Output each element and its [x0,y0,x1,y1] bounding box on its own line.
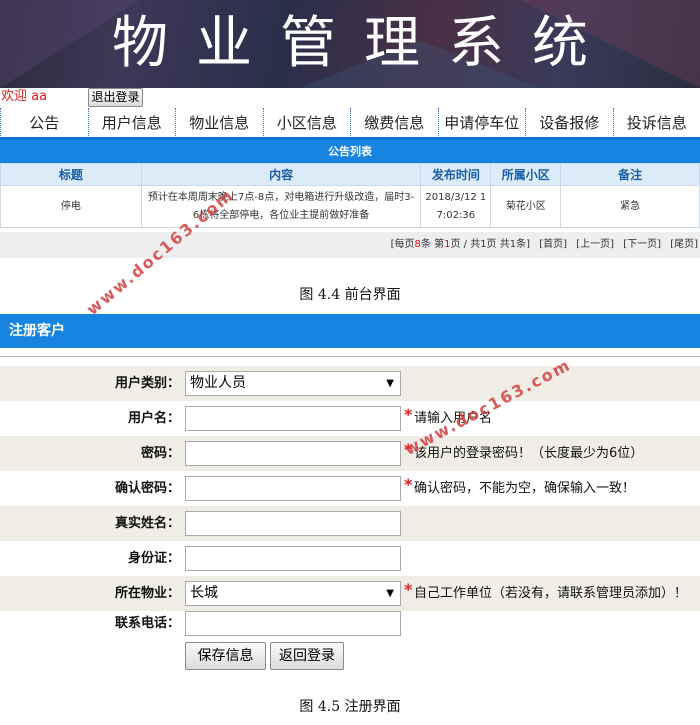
form-row-password: 密码： * 该用户的登录密码！（长度最少为6位） [0,436,700,471]
table-row[interactable]: 停电 预计在本周周末晚上7点-8点，对电箱进行升级改造，届时3-6栋将全部停电，… [0,185,700,228]
notice-time-cell: 2018/3/12 17:02:36 [420,185,492,228]
form-row-user-type: 用户类别： 物业人员 ▼ [0,366,700,401]
id-card-label: 身份证： [127,551,180,566]
table-header-row: 标题 内容 发布时间 所属小区 备注 [0,163,700,186]
nav-item-complaint[interactable]: 投诉信息 [612,108,700,138]
nav-item-repair[interactable]: 设备报修 [525,108,613,138]
form-row-confirm-password: 确认密码： * 确认密码，不能为空，确保输入一致！ [0,471,700,506]
notice-community-cell: 菊花小区 [490,185,562,228]
confirm-password-input[interactable] [185,476,401,501]
nav-item-community-info[interactable]: 小区信息 [262,108,351,138]
id-card-input[interactable] [185,546,401,571]
password-label: 密码： [140,446,180,461]
required-asterisk: * [404,475,413,494]
back-to-login-button[interactable]: 返回登录 [270,642,344,670]
header-banner: 物业管理系统 [0,0,700,88]
pager-last-link[interactable]: [尾页] [670,239,698,250]
pagination: [每页8条 第1页 / 共1页 共1条] [首页] [上一页] [下一页] [尾… [0,232,700,258]
user-type-value: 物业人员 [190,375,246,391]
nav-item-user-info[interactable]: 用户信息 [87,108,176,138]
property-select[interactable]: 长城 ▼ [185,581,401,606]
form-row-id-card: 身份证： [0,541,700,576]
user-type-label: 用户类别： [114,376,180,391]
pager-prev-link[interactable]: [上一页] [576,239,614,250]
pager-text: 页 / 共1页 共1条] [450,239,530,250]
confirm-password-label: 确认密码： [114,481,180,496]
app-title: 物业管理系统 [112,11,616,76]
nav-item-parking-apply[interactable]: 申请停车位 [437,108,526,138]
pager-first-link[interactable]: [首页] [539,239,567,250]
user-type-select[interactable]: 物业人员 ▼ [185,371,401,396]
column-header: 标题 [0,163,142,186]
real-name-label: 真实姓名： [114,516,180,531]
nav-item-notice[interactable]: 公告 [0,108,88,138]
welcome-text: 欢迎 aa [1,89,48,104]
chevron-down-icon: ▼ [386,378,394,389]
notice-remark-cell: 紧急 [560,185,700,228]
chevron-down-icon: ▼ [386,588,394,599]
form-row-username: 用户名： * 请输入用户名 [0,401,700,436]
main-nav: 公告 用户信息 物业信息 小区信息 缴费信息 申请停车位 设备报修 投诉信息 [0,108,700,138]
notice-title-cell: 停电 [0,185,142,228]
notice-table: 标题 内容 发布时间 所属小区 备注 停电 预计在本周周末晚上7点-8点，对电箱… [0,163,700,228]
save-button[interactable]: 保存信息 [185,642,266,670]
notice-list-title: 公告列表 [0,140,700,163]
pager-next-link[interactable]: [下一页] [623,239,661,250]
password-hint: 该用户的登录密码！（长度最少为6位） [414,446,644,461]
required-asterisk: * [404,405,413,424]
username-input[interactable] [185,406,401,431]
column-header: 所属小区 [490,163,562,186]
phone-input[interactable] [185,611,401,636]
password-input[interactable] [185,441,401,466]
column-header: 备注 [560,163,700,186]
divider [0,356,700,357]
required-asterisk: * [404,580,413,599]
real-name-input[interactable] [185,511,401,536]
nav-item-payment-info[interactable]: 缴费信息 [350,108,438,138]
nav-item-property-info[interactable]: 物业信息 [175,108,263,138]
register-title: 注册客户 [0,314,700,348]
pager-text: 条 第 [420,239,445,250]
column-header: 内容 [140,163,422,186]
confirm-password-hint: 确认密码，不能为空，确保输入一致！ [414,481,636,496]
phone-label: 联系电话： [114,616,180,631]
property-value: 长城 [190,585,218,601]
figure-caption: 图 4.5 注册界面 [299,699,401,715]
logout-button[interactable]: 退出登录 [88,88,143,107]
form-row-phone: 联系电话： [0,606,700,641]
column-header: 发布时间 [420,163,492,186]
form-row-real-name: 真实姓名： [0,506,700,541]
pager-text: [每页 [390,239,415,250]
username-label: 用户名： [127,411,180,426]
